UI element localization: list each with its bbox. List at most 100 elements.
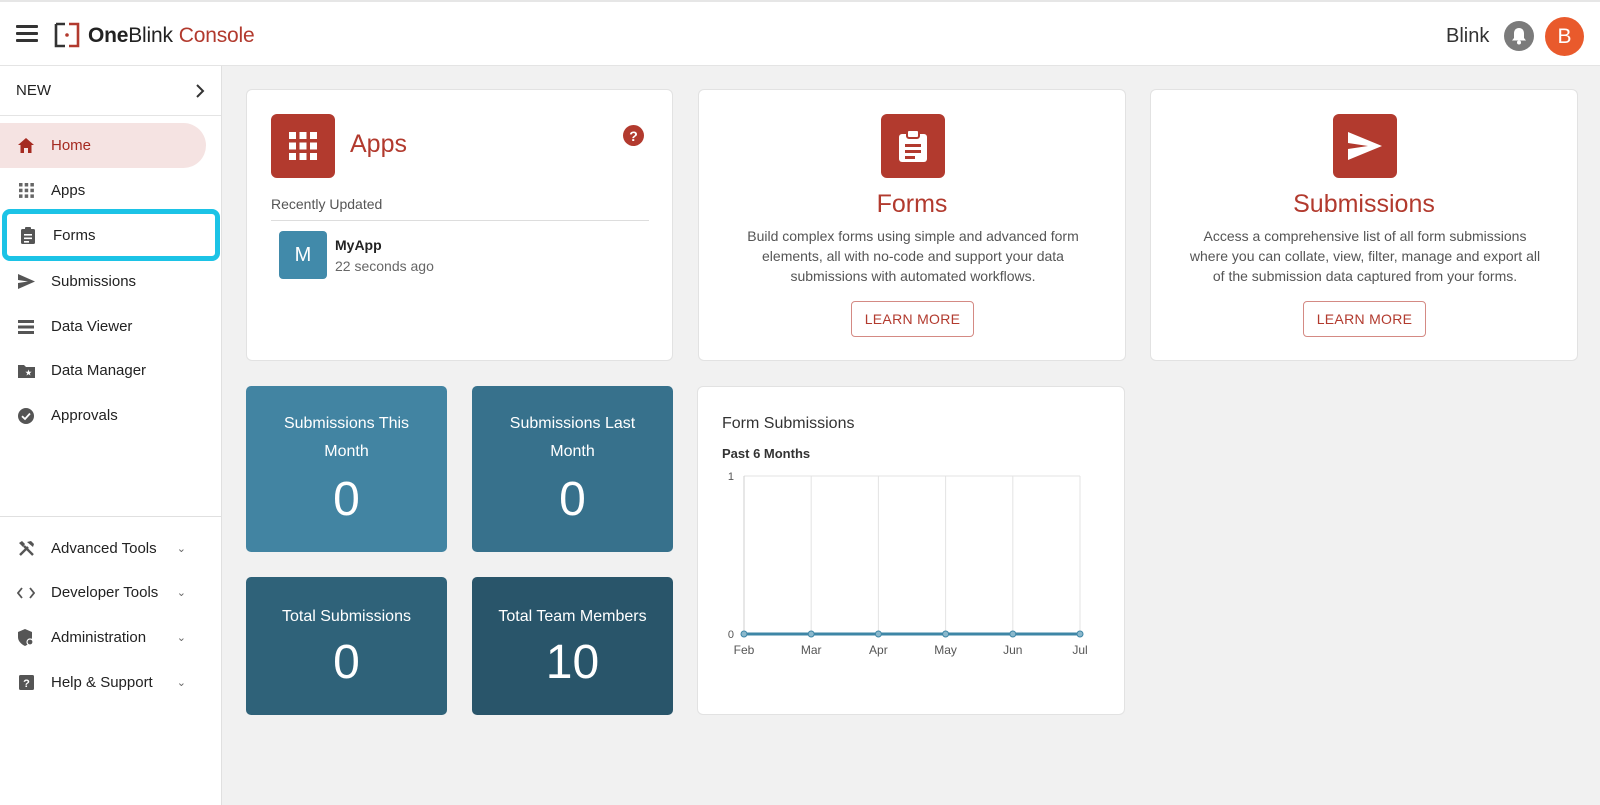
stat-value: 0 [333,473,360,526]
chevron-down-icon: ⌄ [176,543,186,555]
tools-icon [17,540,35,558]
code-icon [17,584,35,602]
y-tick-label: 1 [728,471,734,483]
sidebar-item-label: Approvals [51,407,118,424]
app-updated-time: 22 seconds ago [335,257,434,274]
chevron-right-icon [196,83,205,98]
check-circle-icon [17,407,35,425]
app-logo-text: OneBlink Console [88,24,255,48]
sidebar-item-label: Apps [51,182,86,199]
stat-label: Submissions Last Month [509,415,636,460]
x-tick-label: Jul [1072,643,1087,657]
sidebar-item-label: Forms [53,226,96,244]
y-tick-label: 0 [728,629,734,641]
sidebar-item-forms[interactable]: Forms [2,209,220,261]
new-button[interactable]: NEW [0,66,221,116]
stat-value: 0 [333,636,360,689]
chevron-down-icon: ⌄ [176,677,186,689]
top-bar: OneBlink Console Blink B [0,0,1600,66]
forms-card: Forms Build complex forms using simple a… [698,89,1126,361]
help-icon[interactable]: ? [623,125,644,146]
submissions-card-description: Access a comprehensive list of all form … [1189,228,1541,284]
x-tick-label: Apr [869,643,888,657]
recent-app-item[interactable]: M MyApp 22 seconds ago [279,231,434,279]
stat-total-submissions: Total Submissions 0 [246,577,447,715]
apps-tile-icon[interactable] [271,114,335,178]
data-point [942,630,950,638]
x-tick-label: Feb [734,643,755,657]
forms-card-title: Forms [876,190,948,218]
sidebar-item-label: Help & Support [51,674,153,691]
x-tick-label: Jun [1003,643,1022,657]
stat-label: Total Submissions [282,608,411,625]
sidebar-item-help-support[interactable]: ? Help & Support ⌄ [0,660,206,705]
menu-icon[interactable] [16,25,38,43]
submissions-learn-more-button[interactable]: LEARN MORE [1303,301,1426,337]
forms-tile-icon [881,114,945,178]
help-box-icon: ? [17,674,35,692]
brand-accent: Console [178,24,255,47]
submissions-tile-icon [1333,114,1397,178]
grid-icon [17,182,35,200]
sidebar-item-data-manager[interactable]: Data Manager [0,348,206,393]
submissions-card-title: Submissions [1293,190,1435,218]
apps-card: Apps ? Recently Updated M MyApp 22 secon… [246,89,673,361]
folder-star-icon [17,362,35,380]
sidebar-item-administration[interactable]: Administration ⌄ [0,615,206,660]
sidebar-item-label: Advanced Tools [51,540,157,557]
data-point [874,630,882,638]
sidebar-item-approvals[interactable]: Approvals [0,393,206,438]
stat-total-team-members: Total Team Members 10 [472,577,673,715]
forms-card-description: Build complex forms using simple and adv… [747,228,1079,284]
sidebar-item-developer-tools[interactable]: Developer Tools ⌄ [0,570,206,615]
brand-regular: Blink [128,24,173,47]
clipboard-icon [19,226,37,244]
apps-card-title[interactable]: Apps [350,130,407,159]
divider [271,220,649,221]
sidebar: NEW Home Apps Forms Submissions Data Vie… [0,66,222,805]
sidebar-item-label: Home [51,137,92,154]
main-content: Apps ? Recently Updated M MyApp 22 secon… [222,66,1600,805]
data-point [1076,630,1084,638]
sidebar-item-home[interactable]: Home [0,123,206,168]
data-point [807,630,815,638]
chevron-down-icon: ⌄ [176,632,186,644]
brand-bold: One [88,24,129,47]
chevron-down-icon: ⌄ [176,587,186,599]
shield-icon [17,629,35,647]
sidebar-item-advanced-tools[interactable]: Advanced Tools ⌄ [0,526,206,571]
sidebar-item-label: Data Manager [51,362,147,379]
send-icon [17,273,35,291]
app-name: MyApp [335,236,382,253]
stat-value: 10 [545,636,600,689]
data-point [1009,630,1017,638]
new-label: NEW [16,82,51,99]
bell-icon[interactable] [1504,21,1534,51]
app-avatar: M [279,231,327,279]
sidebar-item-label: Data Viewer [51,318,133,335]
user-avatar[interactable]: B [1545,17,1584,56]
x-tick-label: May [934,643,957,657]
onblink-logo-icon [54,22,80,48]
x-tick-label: Mar [801,643,822,657]
forms-learn-more-button[interactable]: LEARN MORE [851,301,974,337]
sidebar-item-label: Administration [51,629,147,646]
stat-submissions-last-month: Submissions Last Month 0 [472,386,673,552]
form-submissions-chart-card: Form Submissions Past 6 Months 0 1 Feb Mar A… [697,386,1125,715]
stat-label: Total Team Members [498,608,647,625]
sidebar-item-label: Developer Tools [51,584,159,601]
sidebar-item-label: Submissions [51,273,137,290]
submissions-card: Submissions Access a comprehensive list … [1150,89,1578,361]
recently-updated-label: Recently Updated [271,196,383,212]
list-icon [17,318,35,336]
stat-label: Submissions This Month [283,415,410,460]
sidebar-item-submissions[interactable]: Submissions [0,259,206,304]
user-name[interactable]: Blink [1446,25,1489,48]
home-icon [17,137,35,155]
stat-value: 0 [559,473,586,526]
sidebar-item-apps[interactable]: Apps [0,168,206,213]
stat-submissions-this-month: Submissions This Month 0 [246,386,447,552]
line-chart: 0 1 Feb Mar Apr May Jun Jul [728,471,1088,657]
svg-text:?: ? [23,678,30,690]
sidebar-item-data-viewer[interactable]: Data Viewer [0,304,206,349]
